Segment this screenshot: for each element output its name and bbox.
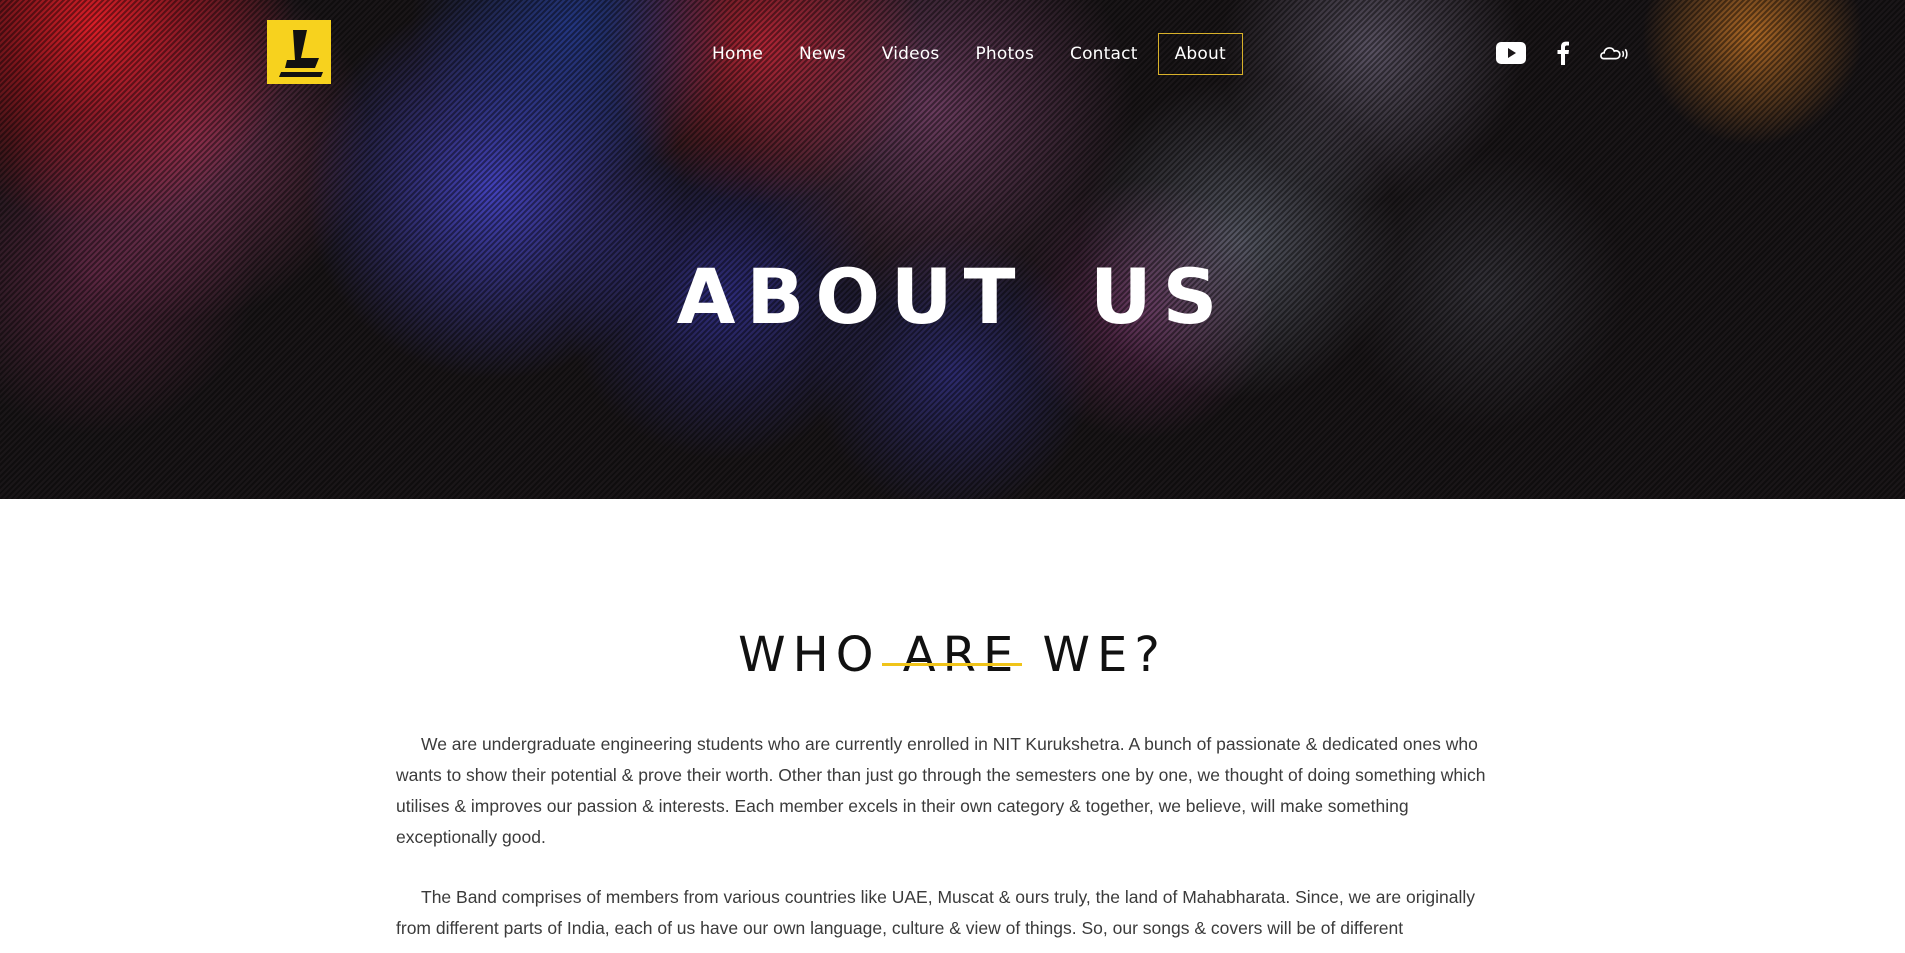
facebook-icon[interactable]: [1548, 40, 1578, 66]
nav-item-videos[interactable]: Videos: [864, 33, 958, 75]
nav-item-news[interactable]: News: [781, 33, 864, 75]
about-paragraph-2: The Band comprises of members from vario…: [396, 887, 1476, 938]
nav-item-home[interactable]: Home: [694, 33, 781, 75]
title-underline: [882, 663, 1022, 666]
nav-item-photos[interactable]: Photos: [957, 33, 1052, 75]
hero-banner: Home News Videos Photos Contact About AB…: [0, 0, 1905, 499]
youtube-icon[interactable]: [1496, 40, 1526, 66]
about-paragraph-1: We are undergraduate engineering student…: [396, 734, 1486, 847]
social-links: [1496, 40, 1652, 66]
logo-mark-icon: [279, 30, 323, 77]
section-title: WHO ARE WE?: [738, 626, 1167, 683]
main-nav: Home News Videos Photos Contact About: [694, 33, 1243, 75]
band-logo[interactable]: [267, 20, 331, 84]
hero-title: ABOUT US: [676, 251, 1229, 341]
nav-item-about[interactable]: About: [1157, 33, 1243, 75]
nav-item-contact[interactable]: Contact: [1052, 33, 1156, 75]
soundcloud-icon[interactable]: [1600, 40, 1630, 66]
